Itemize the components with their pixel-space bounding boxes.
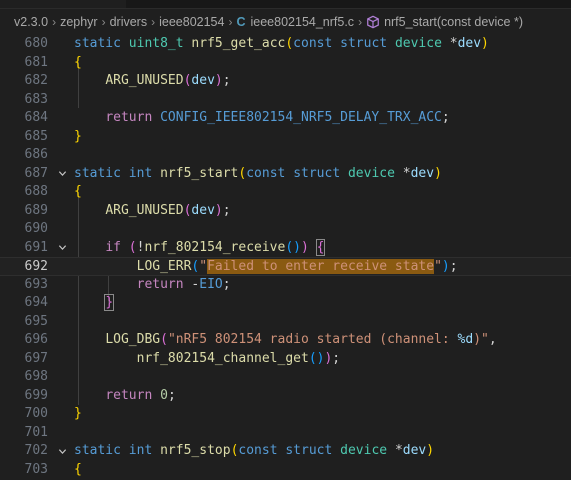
breadcrumb-zephyr[interactable]: zephyr	[60, 15, 98, 29]
line-content: {	[74, 54, 82, 70]
line-number: 701	[24, 424, 48, 440]
chevron-right-icon: ›	[101, 15, 106, 29]
code-line: 680 static uint8_t nrf5_get_acc(const st…	[0, 35, 571, 54]
line-number: 693	[24, 276, 48, 292]
line-content: }	[74, 128, 82, 144]
line-number: 680	[24, 36, 48, 51]
code-line: 684 return CONFIG_IEEE802154_NRF5_DELAY_…	[0, 109, 571, 128]
line-content: }	[104, 294, 115, 311]
line-content: ARG_UNUSED(dev);	[105, 202, 231, 218]
line-content: }	[74, 406, 82, 421]
line-content: return -EIO;	[136, 276, 231, 292]
code-editor[interactable]: 680 static uint8_t nrf5_get_acc(const st…	[0, 35, 571, 480]
code-line: 681 {	[0, 54, 571, 73]
line-number: 695	[24, 313, 48, 329]
code-line: 693 return -EIO;	[0, 276, 571, 295]
code-line: 690	[0, 220, 571, 239]
breadcrumb-drivers[interactable]: drivers	[110, 15, 148, 29]
code-line: 691 if (!nrf_802154_receive()) {	[0, 238, 571, 258]
code-line: 688 {	[0, 183, 571, 202]
chevron-right-icon: ›	[151, 15, 156, 29]
line-number: 684	[24, 110, 48, 125]
breadcrumb-file[interactable]: ieee802154_nrf5.c	[251, 15, 355, 29]
breadcrumb: v2.3.0 › zephyr › drivers › ieee802154 ›…	[0, 9, 571, 35]
code-line: 683	[0, 91, 571, 110]
line-number: 699	[24, 387, 48, 403]
code-line: 689 ARG_UNUSED(dev);	[0, 202, 571, 221]
chevron-right-icon: ›	[358, 15, 363, 29]
code-line: 697 nrf_802154_channel_get());	[0, 350, 571, 369]
search-match-highlight: Failed to enter receive state	[207, 259, 435, 274]
line-number: 688	[24, 184, 48, 199]
tab-strip	[0, 0, 571, 9]
chevron-right-icon: ›	[228, 15, 233, 29]
line-number: 691	[24, 239, 48, 255]
method-cube-icon	[367, 15, 379, 29]
line-number: 682	[24, 73, 48, 88]
code-line: 685 }	[0, 128, 571, 147]
code-line: 686	[0, 146, 571, 165]
line-number: 686	[24, 147, 48, 162]
line-content: return 0;	[105, 387, 176, 403]
line-number: 690	[24, 221, 48, 236]
code-line: 687 static int nrf5_start(const struct d…	[0, 165, 571, 184]
code-line: 698	[0, 368, 571, 387]
line-content: {	[74, 184, 82, 199]
line-content: LOG_ERR("Failed to enter receive state")…	[136, 259, 458, 274]
code-line: 695	[0, 313, 571, 332]
line-number: 683	[24, 91, 48, 107]
line-number: 703	[24, 461, 48, 477]
active-tab[interactable]	[0, 0, 126, 8]
code-line-current: 692 LOG_ERR("Failed to enter receive sta…	[0, 257, 571, 276]
breadcrumb-version[interactable]: v2.3.0	[14, 15, 48, 29]
code-line: 702 static int nrf5_stop(const struct de…	[0, 442, 571, 461]
fold-chevron-icon[interactable]	[56, 165, 68, 184]
line-number: 700	[24, 406, 48, 421]
line-number: 702	[24, 443, 48, 458]
line-number: 681	[24, 54, 48, 70]
line-number: 696	[24, 332, 48, 347]
line-number: 689	[24, 202, 48, 218]
line-number: 687	[24, 165, 48, 181]
line-content: static int nrf5_stop(const struct device…	[74, 443, 435, 458]
c-file-icon: C	[236, 15, 246, 29]
line-number: 697	[24, 350, 48, 366]
line-content: LOG_DBG("nRF5 802154 radio started (chan…	[105, 332, 497, 347]
line-number: 685	[24, 128, 48, 144]
code-line: 694 }	[0, 294, 571, 313]
chevron-right-icon: ›	[52, 15, 57, 29]
code-line: 696 LOG_DBG("nRF5 802154 radio started (…	[0, 331, 571, 350]
code-line: 701	[0, 424, 571, 443]
line-content: static uint8_t nrf5_get_acc(const struct…	[74, 36, 489, 51]
fold-chevron-icon[interactable]	[56, 442, 68, 461]
fold-chevron-icon[interactable]	[56, 239, 68, 258]
breadcrumb-symbol[interactable]: nrf5_start(const device *)	[384, 15, 523, 29]
line-content: if (!nrf_802154_receive()) {	[105, 238, 326, 256]
line-number: 692	[24, 259, 48, 274]
code-line: 700 }	[0, 405, 571, 424]
breadcrumb-ieee802154[interactable]: ieee802154	[159, 15, 224, 29]
line-content: {	[74, 461, 82, 477]
line-content: ARG_UNUSED(dev);	[105, 73, 231, 88]
line-content: return CONFIG_IEEE802154_NRF5_DELAY_TRX_…	[105, 110, 450, 125]
line-content: nrf_802154_channel_get());	[136, 350, 341, 366]
line-content: static int nrf5_start(const struct devic…	[74, 165, 442, 181]
code-line: 682 ARG_UNUSED(dev);	[0, 72, 571, 91]
code-line: 703 {	[0, 461, 571, 480]
line-number: 698	[24, 369, 48, 384]
code-line: 699 return 0;	[0, 387, 571, 406]
line-number: 694	[24, 295, 48, 310]
